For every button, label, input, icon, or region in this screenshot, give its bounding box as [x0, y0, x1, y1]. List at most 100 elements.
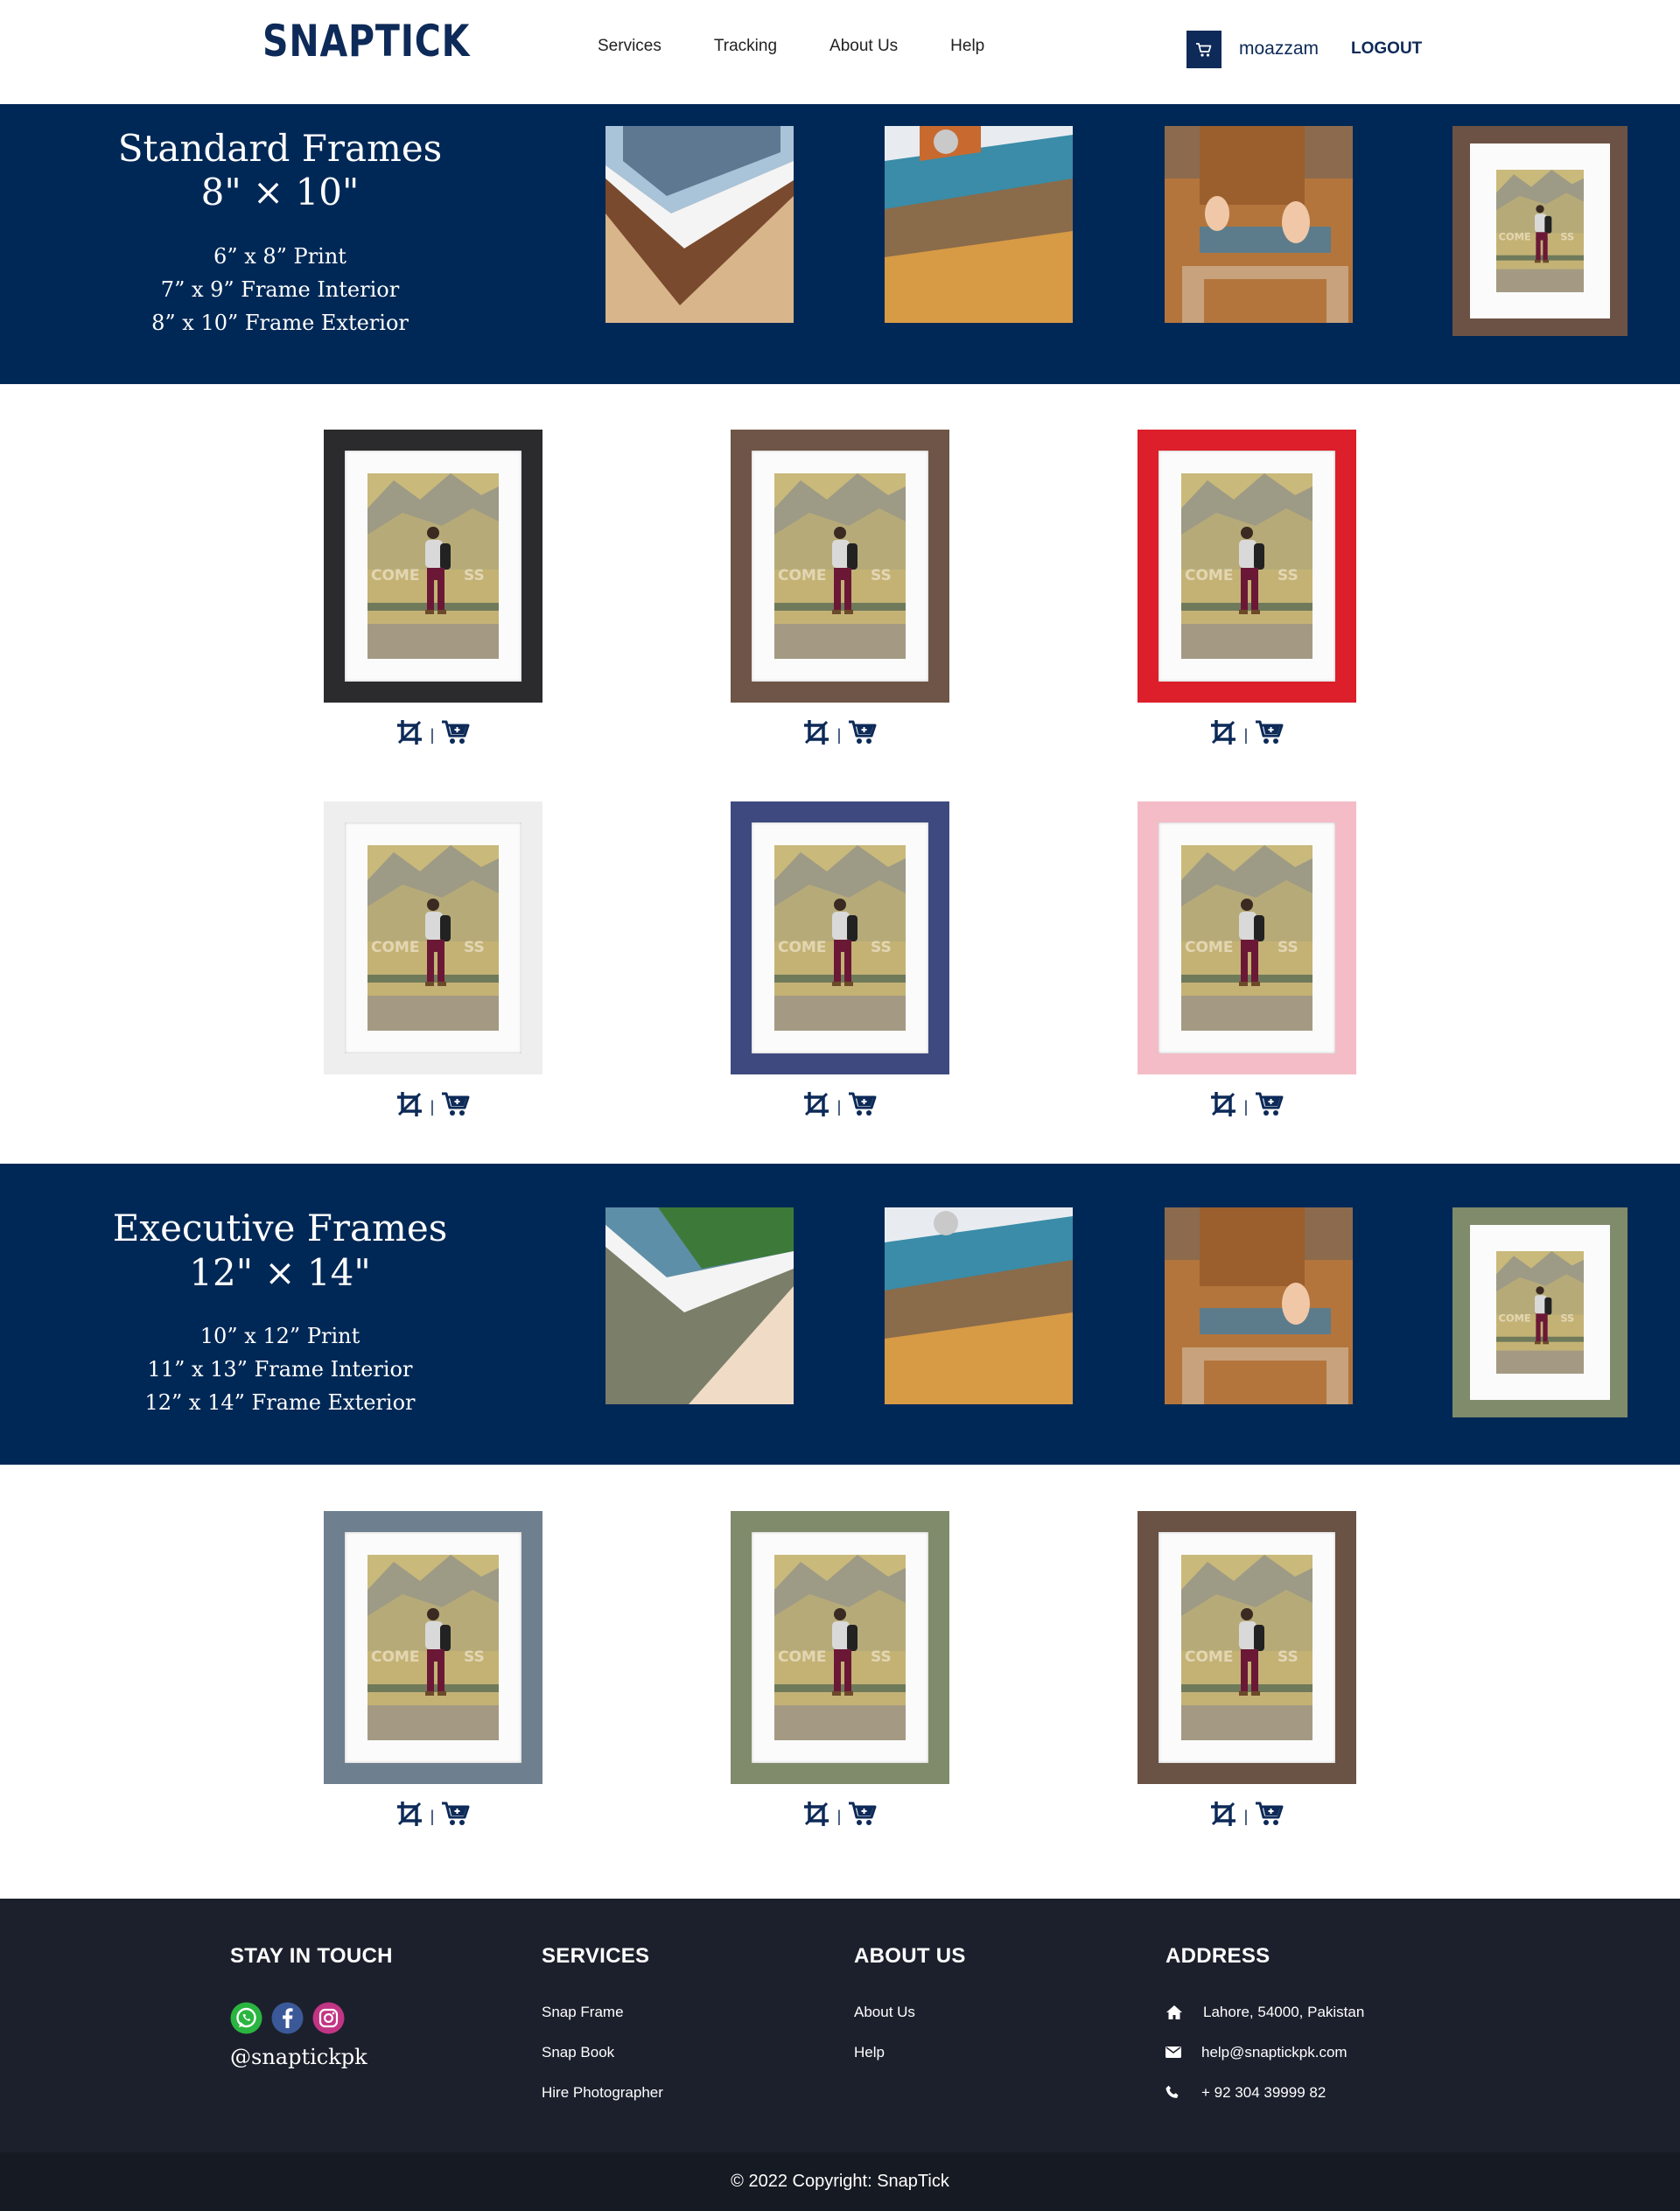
portrait-photo: [368, 473, 499, 659]
executive-frame-actions: |: [324, 1800, 542, 1828]
whatsapp-icon[interactable]: [230, 2002, 262, 2034]
main-nav: Services Tracking About Us Help: [598, 37, 984, 56]
action-separator: |: [430, 1808, 435, 1825]
executive-frames-banner: Executive Frames 12" × 14" 10” x 12” Pri…: [0, 1164, 1680, 1465]
action-separator: |: [836, 1098, 842, 1116]
crop-icon[interactable]: [802, 718, 830, 746]
standard-frame-card: |: [1138, 801, 1356, 1116]
standard-frame-card: |: [324, 430, 542, 745]
crop-icon[interactable]: [396, 1800, 424, 1828]
footer-link-snap-book[interactable]: Snap Book: [542, 2044, 614, 2061]
action-separator: |: [836, 726, 842, 744]
standard-print-spec: 6” x 8” Print: [214, 244, 346, 269]
executive-frame-actions: |: [1138, 1800, 1356, 1828]
action-separator: |: [430, 726, 435, 744]
cart-button[interactable]: [1186, 31, 1222, 68]
cart-icon: [1196, 42, 1212, 57]
action-separator: |: [1243, 1808, 1249, 1825]
footer-link-snap-frame[interactable]: Snap Frame: [542, 2004, 624, 2021]
facebook-icon[interactable]: [271, 2002, 304, 2034]
crop-icon[interactable]: [1209, 1800, 1237, 1828]
add-to-cart-icon[interactable]: [441, 1801, 471, 1827]
crop-icon[interactable]: [1209, 718, 1237, 746]
services-heading: SERVICES: [542, 1944, 650, 1968]
add-to-cart-icon[interactable]: [1255, 719, 1284, 745]
executive-frame-preview[interactable]: [1138, 1511, 1356, 1784]
standard-frame-card: |: [731, 801, 949, 1116]
executive-frame-actions: |: [731, 1800, 949, 1828]
social-handle: @snaptickpk: [230, 2045, 368, 2069]
executive-print-spec: 10” x 12” Print: [200, 1324, 360, 1348]
footer-stay-in-touch: STAY IN TOUCH: [230, 1944, 393, 1969]
portrait-photo: [774, 845, 906, 1031]
phone-icon: [1166, 2085, 1179, 2098]
action-separator: |: [430, 1098, 435, 1116]
footer-link-hire-photographer[interactable]: Hire Photographer: [542, 2084, 663, 2102]
standard-frame-actions: |: [324, 1090, 542, 1118]
email-icon: [1166, 2047, 1181, 2058]
copyright-bar: © 2022 Copyright: SnapTick: [0, 2152, 1680, 2211]
portrait-photo: [368, 1555, 499, 1740]
standard-frame-actions: |: [731, 718, 949, 746]
standard-frame-card: |: [1138, 430, 1356, 745]
add-to-cart-icon[interactable]: [441, 719, 471, 745]
standard-frame-card: |: [324, 801, 542, 1116]
standard-frames-size: 8" × 10": [200, 171, 360, 213]
address-heading: ADDRESS: [1166, 1944, 1270, 1968]
add-to-cart-icon[interactable]: [1255, 1091, 1284, 1117]
address-phone: + 92 304 39999 82: [1201, 2084, 1326, 2101]
executive-interior-spec: 11” x 13” Frame Interior: [147, 1357, 413, 1382]
home-icon: [1166, 2005, 1182, 2019]
print-stack-photo: [885, 126, 1073, 323]
action-separator: |: [836, 1808, 842, 1825]
standard-frame-actions: |: [324, 718, 542, 746]
action-separator: |: [1243, 1098, 1249, 1116]
footer-about: ABOUT US: [854, 1944, 966, 1969]
standard-frame-preview[interactable]: [731, 801, 949, 1074]
address-email[interactable]: help@snaptickpk.com: [1201, 2044, 1348, 2061]
standard-frames-title: Standard Frames: [117, 127, 443, 170]
add-to-cart-icon[interactable]: [1255, 1801, 1284, 1827]
portrait-photo: [774, 473, 906, 659]
standard-frames-banner: Standard Frames 8" × 10" 6” x 8” Print 7…: [0, 104, 1680, 384]
address-location: Lahore, 54000, Pakistan: [1203, 2004, 1365, 2020]
standard-frame-preview[interactable]: [1138, 801, 1356, 1074]
crop-icon[interactable]: [396, 1090, 424, 1118]
crop-icon[interactable]: [802, 1800, 830, 1828]
footer-address: ADDRESS: [1166, 1944, 1270, 1969]
portrait-photo: [774, 1555, 906, 1740]
footer-link-help[interactable]: Help: [854, 2044, 885, 2061]
executive-frames-size: 12" × 14": [189, 1251, 371, 1294]
crop-icon[interactable]: [802, 1090, 830, 1118]
add-to-cart-icon[interactable]: [848, 719, 878, 745]
executive-exterior-spec: 12” x 14” Frame Exterior: [144, 1390, 416, 1415]
logout-button[interactable]: LOGOUT: [1351, 39, 1422, 59]
add-to-cart-icon[interactable]: [441, 1091, 471, 1117]
social-links: [230, 2002, 345, 2034]
snaptick-logo[interactable]: SNAPTICK: [262, 16, 470, 66]
frame-corner-photo: [606, 126, 794, 323]
nav-tracking[interactable]: Tracking: [714, 37, 777, 56]
standard-frame-card: |: [731, 430, 949, 745]
add-to-cart-icon[interactable]: [848, 1801, 878, 1827]
portrait-photo: [1181, 473, 1312, 659]
executive-corner-photo: [606, 1207, 794, 1404]
add-to-cart-icon[interactable]: [848, 1091, 878, 1117]
nav-help[interactable]: Help: [950, 37, 984, 56]
nav-services[interactable]: Services: [598, 37, 662, 56]
standard-frame-preview[interactable]: [731, 430, 949, 703]
standard-exterior-spec: 8” x 10” Frame Exterior: [151, 311, 409, 335]
standard-frame-preview[interactable]: [1138, 430, 1356, 703]
footer-link-about-us[interactable]: About Us: [854, 2004, 915, 2021]
nav-about-us[interactable]: About Us: [830, 37, 898, 56]
brown-frame-preview: [1452, 126, 1628, 336]
standard-frame-actions: |: [1138, 1090, 1356, 1118]
footer-services: SERVICES: [542, 1944, 649, 1969]
executive-frame-preview[interactable]: [324, 1511, 542, 1784]
instagram-icon[interactable]: [312, 2002, 345, 2034]
standard-frame-preview[interactable]: [324, 801, 542, 1074]
crop-icon[interactable]: [1209, 1090, 1237, 1118]
crop-icon[interactable]: [396, 718, 424, 746]
standard-frame-preview[interactable]: [324, 430, 542, 703]
executive-frame-preview[interactable]: [731, 1511, 949, 1784]
